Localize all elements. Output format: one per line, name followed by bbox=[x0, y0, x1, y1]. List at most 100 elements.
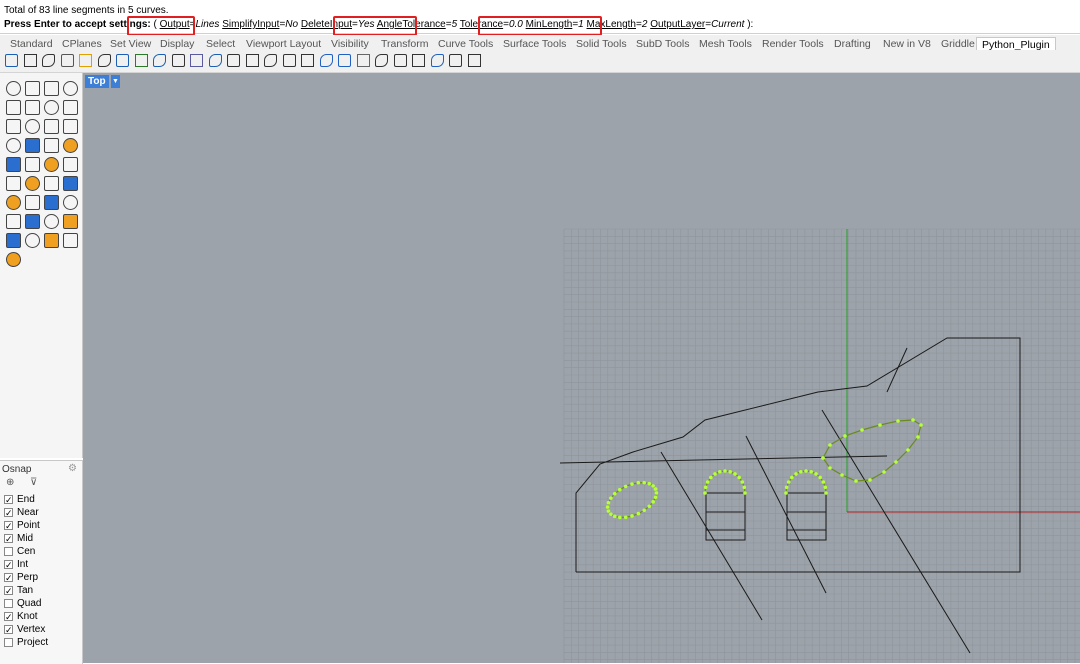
plugin-tool-icon[interactable] bbox=[245, 54, 259, 67]
palette-tool-icon[interactable] bbox=[63, 119, 78, 134]
plugin-tool-icon[interactable] bbox=[79, 54, 92, 67]
tab-subd-tools[interactable]: SubD Tools bbox=[636, 37, 690, 50]
tab-transform[interactable]: Transform bbox=[381, 37, 428, 50]
osnap-option-end[interactable]: ✓ End bbox=[4, 493, 35, 506]
plugin-tool-icon[interactable] bbox=[116, 54, 129, 67]
checkbox[interactable]: ✓ bbox=[4, 508, 13, 518]
plugin-tool-icon[interactable] bbox=[227, 54, 240, 67]
palette-tool-icon[interactable] bbox=[25, 214, 40, 229]
palette-tool-icon[interactable] bbox=[63, 233, 78, 248]
option-tolerance[interactable]: Tolerance=0.0 bbox=[460, 19, 523, 30]
filter-icon[interactable]: ⊽ bbox=[30, 477, 37, 491]
plugin-tool-icon[interactable] bbox=[449, 54, 462, 67]
plugin-tool-icon[interactable] bbox=[208, 54, 222, 67]
chevron-down-icon[interactable]: ▼ bbox=[111, 75, 120, 88]
palette-tool-icon[interactable] bbox=[25, 100, 40, 115]
tab-new-in-v8[interactable]: New in V8 bbox=[883, 37, 931, 50]
plugin-tool-icon[interactable] bbox=[134, 54, 148, 67]
palette-tool-icon[interactable] bbox=[6, 214, 21, 229]
checkbox[interactable] bbox=[4, 638, 13, 647]
option-output-layer[interactable]: OutputLayer=Current bbox=[650, 19, 744, 30]
plugin-tool-icon[interactable] bbox=[5, 54, 18, 67]
osnap-target-icon[interactable]: ⊕ bbox=[6, 477, 14, 491]
palette-tool-icon[interactable] bbox=[44, 100, 59, 115]
osnap-option-knot[interactable]: ✓ Knot bbox=[4, 610, 38, 623]
palette-tool-icon[interactable] bbox=[63, 81, 78, 96]
tab-solid-tools[interactable]: Solid Tools bbox=[576, 37, 627, 50]
osnap-option-project[interactable]: Project bbox=[4, 636, 48, 649]
palette-tool-icon[interactable] bbox=[6, 157, 21, 172]
palette-tool-icon[interactable] bbox=[63, 176, 78, 191]
tab-render-tools[interactable]: Render Tools bbox=[762, 37, 824, 50]
osnap-option-vertex[interactable]: ✓ Vertex bbox=[4, 623, 45, 636]
checkbox[interactable]: ✓ bbox=[4, 495, 13, 505]
checkbox[interactable]: ✓ bbox=[4, 573, 13, 583]
palette-tool-icon[interactable] bbox=[6, 195, 21, 210]
palette-tool-icon[interactable] bbox=[44, 119, 59, 134]
palette-tool-icon[interactable] bbox=[6, 119, 21, 134]
osnap-option-quad[interactable]: Quad bbox=[4, 597, 41, 610]
plugin-tool-icon[interactable] bbox=[42, 54, 55, 67]
palette-tool-icon[interactable] bbox=[63, 138, 78, 153]
plugin-tool-icon[interactable] bbox=[430, 54, 444, 67]
plugin-tool-icon[interactable] bbox=[338, 54, 351, 67]
palette-tool-icon[interactable] bbox=[44, 138, 59, 153]
palette-tool-icon[interactable] bbox=[25, 119, 40, 134]
plugin-tool-icon[interactable] bbox=[282, 54, 296, 67]
palette-tool-icon[interactable] bbox=[44, 233, 59, 248]
palette-tool-icon[interactable] bbox=[25, 195, 40, 210]
plugin-tool-icon[interactable] bbox=[375, 54, 388, 67]
osnap-option-perp[interactable]: ✓ Perp bbox=[4, 571, 38, 584]
checkbox[interactable]: ✓ bbox=[4, 625, 13, 635]
palette-tool-icon[interactable] bbox=[63, 214, 78, 229]
palette-tool-icon[interactable] bbox=[25, 176, 40, 191]
palette-tool-icon[interactable] bbox=[25, 233, 40, 248]
palette-tool-icon[interactable] bbox=[6, 81, 21, 96]
palette-tool-icon[interactable] bbox=[63, 157, 78, 172]
plugin-tool-icon[interactable] bbox=[356, 54, 370, 67]
tab-standard[interactable]: Standard bbox=[10, 37, 53, 50]
plugin-tool-icon[interactable] bbox=[393, 54, 407, 67]
plugin-tool-icon[interactable] bbox=[467, 54, 481, 67]
osnap-option-int[interactable]: ✓ Int bbox=[4, 558, 28, 571]
option-max-length[interactable]: MaxLength=2 bbox=[587, 19, 648, 30]
checkbox[interactable] bbox=[4, 547, 13, 556]
option-output[interactable]: Output=Lines bbox=[160, 19, 220, 30]
osnap-option-cen[interactable]: Cen bbox=[4, 545, 35, 558]
plugin-tool-icon[interactable] bbox=[264, 54, 277, 67]
plugin-tool-icon[interactable] bbox=[97, 54, 111, 67]
checkbox[interactable]: ✓ bbox=[4, 612, 13, 622]
palette-tool-icon[interactable] bbox=[25, 138, 40, 153]
command-prompt[interactable]: Press Enter to accept settings: ( Output… bbox=[0, 17, 1080, 34]
tab-visibility[interactable]: Visibility bbox=[331, 37, 369, 50]
tab-surface-tools[interactable]: Surface Tools bbox=[503, 37, 566, 50]
palette-tool-icon[interactable] bbox=[44, 176, 59, 191]
viewport-top[interactable]: Top ▼ bbox=[83, 73, 1080, 663]
palette-tool-icon[interactable] bbox=[6, 233, 21, 248]
osnap-option-point[interactable]: ✓ Point bbox=[4, 519, 40, 532]
tab-griddle[interactable]: Griddle bbox=[941, 37, 975, 50]
gear-icon[interactable]: ⚙ bbox=[68, 463, 77, 474]
tab-display[interactable]: Display bbox=[160, 37, 194, 50]
plugin-tool-icon[interactable] bbox=[153, 54, 166, 67]
palette-tool-icon[interactable] bbox=[63, 100, 78, 115]
palette-tool-icon[interactable] bbox=[3, 249, 24, 270]
plugin-tool-icon[interactable] bbox=[301, 54, 314, 67]
palette-tool-icon[interactable] bbox=[44, 214, 59, 229]
tab-cplanes[interactable]: CPlanes bbox=[62, 37, 102, 50]
plugin-tool-icon[interactable] bbox=[412, 54, 425, 67]
plugin-tool-icon[interactable] bbox=[60, 54, 74, 67]
plugin-tool-icon[interactable] bbox=[23, 54, 37, 67]
palette-tool-icon[interactable] bbox=[63, 195, 78, 210]
tab-viewport-layout[interactable]: Viewport Layout bbox=[246, 37, 321, 50]
palette-tool-icon[interactable] bbox=[6, 176, 21, 191]
palette-tool-icon[interactable] bbox=[6, 138, 21, 153]
tab-drafting[interactable]: Drafting bbox=[834, 37, 871, 50]
viewport-title-tab[interactable]: Top bbox=[85, 75, 109, 88]
checkbox[interactable]: ✓ bbox=[4, 586, 13, 596]
palette-tool-icon[interactable] bbox=[44, 157, 59, 172]
plugin-tool-icon[interactable] bbox=[319, 54, 333, 67]
option-angle-tolerance[interactable]: AngleTolerance=5 bbox=[377, 19, 457, 30]
tab-mesh-tools[interactable]: Mesh Tools bbox=[699, 37, 752, 50]
osnap-option-mid[interactable]: ✓ Mid bbox=[4, 532, 33, 545]
